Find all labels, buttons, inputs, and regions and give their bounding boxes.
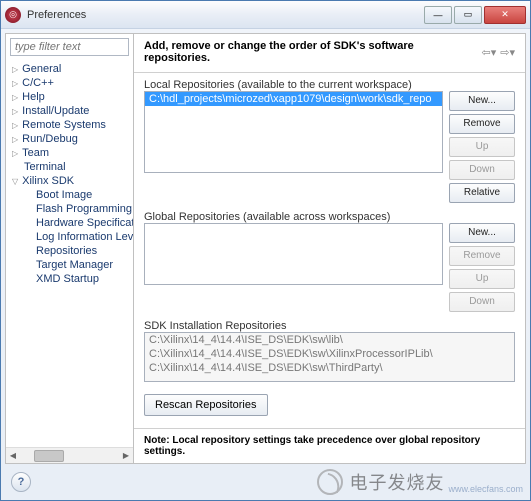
- app-icon: ◎: [5, 7, 21, 23]
- local-down-button[interactable]: Down: [449, 160, 515, 180]
- global-repos-section: Global Repositories (available across wo…: [144, 211, 515, 312]
- page-header: Add, remove or change the order of SDK's…: [134, 34, 525, 73]
- local-repos-list[interactable]: C:\hdl_projects\microzed\xapp1079\design…: [144, 91, 443, 173]
- window-title: Preferences: [27, 9, 424, 21]
- global-repos-label: Global Repositories (available across wo…: [144, 211, 515, 223]
- local-up-button[interactable]: Up: [449, 137, 515, 157]
- minimize-button[interactable]: —: [424, 6, 452, 24]
- tree-item-install-update[interactable]: Install/Update: [6, 104, 133, 118]
- local-relative-button[interactable]: Relative: [449, 183, 515, 203]
- content-area: Local Repositories (available to the cur…: [134, 73, 525, 428]
- page-title: Add, remove or change the order of SDK's…: [144, 40, 476, 64]
- maximize-button[interactable]: ▭: [454, 6, 482, 24]
- tree-item-boot-image[interactable]: Boot Image: [6, 188, 133, 202]
- tree-item-repositories[interactable]: Repositories: [6, 244, 133, 258]
- global-repos-buttons: New... Remove Up Down: [449, 223, 515, 312]
- scroll-right-icon[interactable]: ▶: [119, 451, 133, 460]
- window-buttons: — ▭ ✕: [424, 6, 526, 24]
- sdk-repos-section: SDK Installation Repositories C:\Xilinx\…: [144, 320, 515, 382]
- list-item: C:\Xilinx\14_4\14.4\ISE_DS\EDK\sw\ThirdP…: [145, 361, 514, 375]
- rescan-row: Rescan Repositories: [144, 394, 515, 416]
- note-text: Note: Local repository settings take pre…: [134, 428, 525, 463]
- local-remove-button[interactable]: Remove: [449, 114, 515, 134]
- local-repos-label: Local Repositories (available to the cur…: [144, 79, 515, 91]
- tree-item-remote-systems[interactable]: Remote Systems: [6, 118, 133, 132]
- sdk-repos-list: C:\Xilinx\14_4\14.4\ISE_DS\EDK\sw\lib\ C…: [144, 332, 515, 382]
- tree-item-target-manager[interactable]: Target Manager: [6, 258, 133, 272]
- forward-icon[interactable]: ⇨▾: [500, 46, 515, 59]
- body-area: General C/C++ Help Install/Update Remote…: [5, 33, 526, 464]
- list-item[interactable]: C:\hdl_projects\microzed\xapp1079\design…: [145, 92, 442, 106]
- rescan-button[interactable]: Rescan Repositories: [144, 394, 268, 416]
- tree-item-ccpp[interactable]: C/C++: [6, 76, 133, 90]
- right-panel: Add, remove or change the order of SDK's…: [134, 34, 525, 463]
- close-button[interactable]: ✕: [484, 6, 526, 24]
- local-new-button[interactable]: New...: [449, 91, 515, 111]
- help-icon[interactable]: ?: [11, 472, 31, 492]
- scroll-thumb[interactable]: [34, 450, 64, 462]
- global-up-button[interactable]: Up: [449, 269, 515, 289]
- titlebar: ◎ Preferences — ▭ ✕: [1, 1, 530, 29]
- tree-item-log-info-level[interactable]: Log Information Level: [6, 230, 133, 244]
- filter-input[interactable]: [10, 38, 129, 56]
- sdk-repos-label: SDK Installation Repositories: [144, 320, 515, 332]
- global-down-button[interactable]: Down: [449, 292, 515, 312]
- scroll-left-icon[interactable]: ◀: [6, 451, 20, 460]
- nav-tree[interactable]: General C/C++ Help Install/Update Remote…: [6, 60, 133, 447]
- header-toolbar: ⇦▾ ⇨▾: [482, 46, 516, 59]
- tree-item-xmd-startup[interactable]: XMD Startup: [6, 272, 133, 286]
- tree-item-flash-programming[interactable]: Flash Programming: [6, 202, 133, 216]
- tree-item-team[interactable]: Team: [6, 146, 133, 160]
- tree-item-xilinx-sdk[interactable]: Xilinx SDK: [6, 174, 133, 188]
- list-item: C:\Xilinx\14_4\14.4\ISE_DS\EDK\sw\Xilinx…: [145, 347, 514, 361]
- local-repos-buttons: New... Remove Up Down Relative: [449, 91, 515, 203]
- tree-item-help[interactable]: Help: [6, 90, 133, 104]
- local-repos-section: Local Repositories (available to the cur…: [144, 79, 515, 203]
- tree-item-terminal[interactable]: Terminal: [6, 160, 133, 174]
- global-new-button[interactable]: New...: [449, 223, 515, 243]
- bottom-bar: ?: [5, 468, 526, 496]
- list-item: C:\Xilinx\14_4\14.4\ISE_DS\EDK\sw\lib\: [145, 333, 514, 347]
- back-icon[interactable]: ⇦▾: [482, 46, 497, 59]
- tree-item-run-debug[interactable]: Run/Debug: [6, 132, 133, 146]
- left-panel: General C/C++ Help Install/Update Remote…: [6, 34, 134, 463]
- preferences-window: ◎ Preferences — ▭ ✕ General C/C++ Help I…: [0, 0, 531, 501]
- tree-item-hardware-spec[interactable]: Hardware Specification: [6, 216, 133, 230]
- tree-horizontal-scrollbar[interactable]: ◀ ▶: [6, 447, 133, 463]
- tree-item-general[interactable]: General: [6, 62, 133, 76]
- global-repos-list[interactable]: [144, 223, 443, 285]
- global-remove-button[interactable]: Remove: [449, 246, 515, 266]
